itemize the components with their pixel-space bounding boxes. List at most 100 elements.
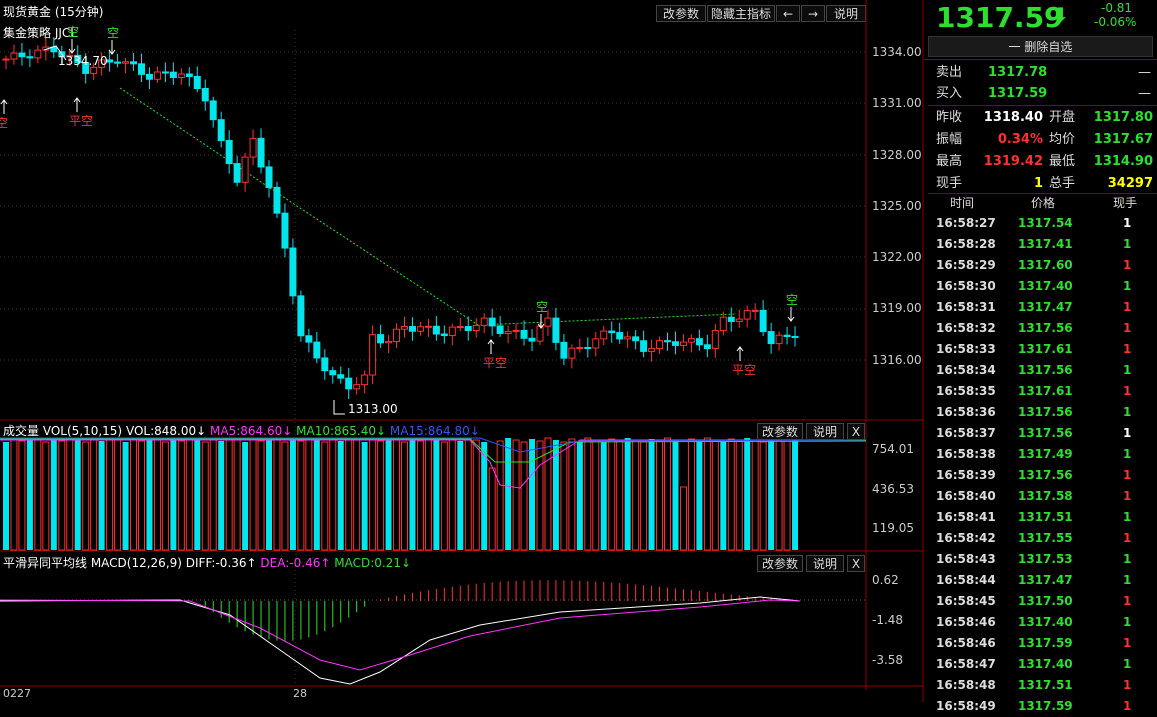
- tick-time: 16:58:39: [936, 468, 996, 482]
- volume-bar: [289, 439, 296, 550]
- tick-volume: 1: [1123, 594, 1132, 608]
- volume-header: 成交量 VOL(5,10,15) VOL:848.00↓ MA5:864.60↓…: [3, 422, 480, 439]
- tick-time: 16:58:43: [936, 552, 996, 566]
- candle: [576, 347, 584, 350]
- candle: [377, 334, 385, 344]
- volume-bar: [122, 442, 129, 550]
- tick-row: 16:58:27 1317.54 1: [928, 213, 1157, 234]
- tick-volume: 1: [1123, 489, 1132, 503]
- tick-volume: 1: [1123, 363, 1132, 377]
- volume-bar: [345, 437, 353, 551]
- tick-time: 16:58:32: [936, 321, 996, 335]
- volume-bar: [257, 440, 265, 551]
- volume-bar: [74, 440, 81, 550]
- volume-bar: [488, 467, 496, 551]
- tick-price: 1317.40: [1018, 279, 1073, 293]
- field-label: 振幅: [936, 132, 963, 147]
- candle: [361, 374, 369, 386]
- signal-label: 平空: [483, 356, 507, 370]
- volume-bar: [409, 439, 416, 550]
- candle: [18, 52, 26, 58]
- candle: [488, 317, 496, 327]
- tick-price: 1317.56: [1018, 468, 1073, 482]
- x-axis-label: 28: [293, 687, 307, 700]
- volume-bar: [727, 438, 735, 551]
- tick-volume: 1: [1123, 216, 1132, 230]
- price-change: -0.81: [1101, 1, 1133, 15]
- volume-bar: [703, 437, 711, 551]
- volume-bar: [592, 439, 600, 551]
- candle: [233, 163, 241, 183]
- candle: [26, 56, 34, 59]
- tick-row: 16:58:46 1317.59 1: [928, 633, 1157, 654]
- tick-time: 16:58:34: [936, 363, 996, 377]
- tick-volume: 1: [1123, 636, 1132, 650]
- candle: [177, 73, 185, 78]
- volume-bar: [137, 440, 145, 551]
- low-price-label: 1313.00: [348, 402, 398, 416]
- candle: [719, 316, 727, 332]
- remove-watchlist-button[interactable]: 一 删除自选: [928, 36, 1153, 57]
- tick-header: 时间 价格 现手: [928, 193, 1157, 214]
- volume-bar: [58, 440, 66, 551]
- candle: [664, 340, 672, 343]
- tick-volume: 1: [1123, 678, 1132, 692]
- candle: [265, 166, 273, 188]
- volume-bar: [34, 439, 42, 551]
- volume-bar: [369, 438, 377, 551]
- candle: [217, 119, 225, 142]
- macd-close-button[interactable]: X: [847, 555, 865, 572]
- volume-tick: 754.01: [872, 442, 914, 456]
- macd-label: 平滑异同平均线 MACD(12,26,9): [3, 556, 182, 570]
- tick-row: 16:58:37 1317.56 1: [928, 423, 1157, 444]
- volume-bar: [177, 440, 185, 551]
- field-value: 1317.80: [1093, 110, 1153, 125]
- tick-time: 16:58:41: [936, 510, 996, 524]
- volume-bar: [672, 440, 679, 550]
- volume-bar: [775, 440, 783, 551]
- candle: [424, 325, 432, 328]
- candle: [393, 328, 401, 343]
- volume-bar: [584, 437, 592, 551]
- tick-price: 1317.41: [1018, 237, 1073, 251]
- volume-bar: [424, 437, 432, 551]
- macd-help-button[interactable]: 说明: [806, 555, 844, 572]
- volume-bar: [249, 438, 257, 551]
- candle: [640, 340, 648, 352]
- volume-bar: [505, 438, 512, 550]
- field-label: 总手: [1049, 176, 1076, 191]
- vol-help-button[interactable]: 说明: [806, 423, 844, 440]
- tick-row: 16:58:42 1317.55 1: [928, 528, 1157, 549]
- volume-bar: [209, 438, 217, 551]
- macd-header: 平滑异同平均线 MACD(12,26,9) DIFF:-0.36↑ DEA:-0…: [3, 554, 411, 571]
- candle: [337, 374, 345, 379]
- candle: [241, 156, 249, 183]
- candle: [193, 75, 201, 90]
- volume-bar: [42, 441, 50, 551]
- chart-area[interactable]: 现货黄金 (15分钟) 集金策略 JJCL 改参数 隐藏主指标 ← → 说明 空…: [0, 0, 924, 702]
- vol-edit-params-button[interactable]: 改参数: [757, 423, 803, 440]
- vol-close-button[interactable]: X: [847, 423, 865, 440]
- candlestick-chart: 空空平空空平空空平空空: [0, 0, 924, 702]
- candle: [552, 317, 560, 343]
- macd-edit-params-button[interactable]: 改参数: [757, 555, 803, 572]
- candle: [783, 334, 791, 337]
- volume-bar: [744, 438, 751, 550]
- volume-bar: [679, 486, 687, 551]
- tick-time: 16:58:49: [936, 699, 996, 713]
- candle: [624, 336, 632, 340]
- quote-field-row: 最高 1319.42 最低 1314.90: [928, 151, 1157, 173]
- candle: [751, 309, 759, 312]
- candle: [34, 49, 42, 59]
- tick-price: 1317.47: [1018, 573, 1073, 587]
- tick-price: 1317.50: [1018, 594, 1073, 608]
- candle: [257, 137, 265, 168]
- candle: [775, 334, 783, 345]
- volume-bar: [448, 438, 456, 551]
- tick-row: 16:58:28 1317.41 1: [928, 234, 1157, 255]
- candle: [2, 58, 10, 61]
- tick-volume: 1: [1123, 699, 1132, 713]
- candle: [520, 329, 528, 339]
- volume-bar: [329, 438, 337, 551]
- candle: [416, 326, 424, 332]
